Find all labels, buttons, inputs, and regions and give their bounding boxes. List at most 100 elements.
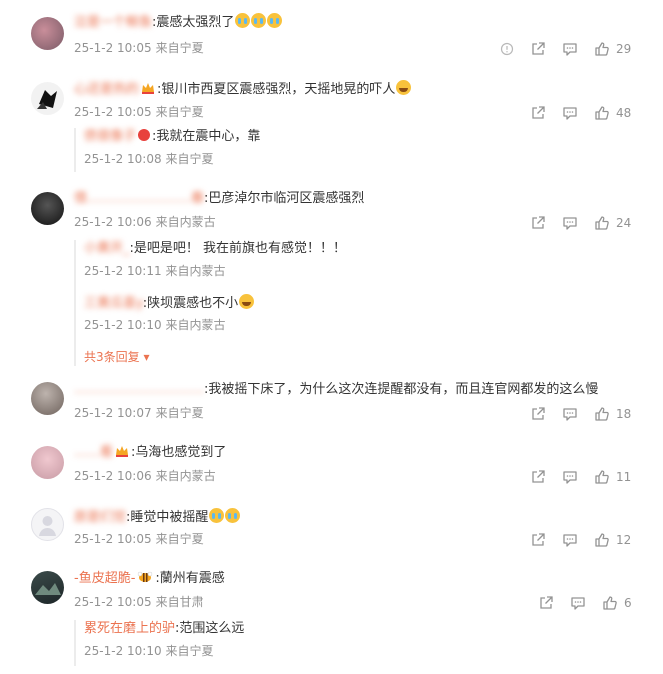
bee-icon [138,571,153,582]
reply-time: 25-1-2 10:08 [84,152,162,166]
reply-username[interactable]: 三黄瓜喜y [84,296,143,311]
reply-source: 来自内蒙古 [165,264,226,278]
vip-red-icon [138,129,151,141]
like-count: 6 [624,596,632,610]
comment-meta: 25-1-2 10:06 来自内蒙古 [74,468,216,484]
reply-icon[interactable] [562,215,578,231]
username[interactable]: 泣是一个鲸鱼 [74,15,152,30]
reply-text: :范围这么远 [175,621,245,636]
like-button[interactable]: 18 [594,406,631,422]
share-icon[interactable] [530,406,546,422]
reply-username[interactable]: 债很像子 [84,129,136,144]
like-count: 11 [616,470,632,484]
like-count: 24 [616,216,632,230]
comment-text: :乌海也感觉到了 [131,445,227,460]
reply-text: :是吧是吧！ 我在前旗也有感觉！！！ [129,241,347,256]
reply-icon[interactable] [562,406,578,422]
like-button[interactable]: 11 [594,469,631,485]
reply-time: 25-1-2 10:11 [84,264,162,278]
report-icon[interactable] [500,42,514,56]
cry-emoji [267,13,283,28]
like-count: 48 [616,106,632,120]
laugh-cry-emoji [396,80,412,95]
comment-source: 来自内蒙古 [155,469,216,483]
reply-text: :陕坝震感也不小 [142,296,239,311]
crown-icon [116,446,129,457]
comment-time: 25-1-2 10:06 [74,215,152,229]
avatar[interactable] [31,192,64,225]
avatar[interactable] [31,17,64,50]
comment-text: :巴彦淖尔市临河区震感强烈 [204,191,365,206]
comment-text: :银川市西夏区震感强烈，天摇地晃的吓人 [157,82,396,97]
reply-list: 累死在磨上的驴:范围这么远 25-1-2 10:10 来自宁夏 [74,620,244,666]
comment-meta: 25-1-2 10:05 来自宁夏 [74,104,204,120]
thumbs-up-icon [595,216,609,230]
comment-text: :震感太强烈了 [152,15,235,30]
avatar[interactable] [31,571,64,604]
crown-icon [142,83,155,94]
laugh-cry-emoji [239,294,255,309]
comment-source: 来自内蒙古 [155,215,216,229]
comment-time: 25-1-2 10:05 [74,532,152,546]
comment-time: 25-1-2 10:06 [74,469,152,483]
reply-list: 债很像子:我就在震中心，靠 25-1-2 10:08 来自宁夏 [74,128,260,172]
comment-source: 来自宁夏 [155,406,204,420]
like-button[interactable]: 12 [594,532,631,548]
reply-icon[interactable] [570,595,586,611]
like-button[interactable]: 48 [594,105,631,121]
like-button[interactable]: 6 [602,595,632,611]
reply-icon[interactable] [562,41,578,57]
username[interactable]: 心还是热的 [74,82,139,97]
comment-meta: 25-1-2 10:05 来自宁夏 [74,531,204,547]
share-icon[interactable] [538,595,554,611]
thumbs-up-icon [595,533,609,547]
avatar[interactable] [31,446,64,479]
cry-emoji [209,508,225,523]
reply-source: 来自宁夏 [165,152,214,166]
like-count: 18 [616,407,632,421]
comment-source: 来自宁夏 [155,41,204,55]
comment-time: 25-1-2 10:05 [74,105,152,119]
like-button[interactable]: 29 [594,41,631,57]
username[interactable]: -鱼皮超脆- [74,571,135,586]
reply-icon[interactable] [562,105,578,121]
comment-text: :我被摇下床了，为什么这次连提醒都没有，而且连官网都发的这么慢 [204,382,599,397]
reply-item: 小黄开_:是吧是吧！ 我在前旗也有感觉！！！ 25-1-2 10:11 来自内蒙… [84,240,346,292]
comment-text: :睡觉中被摇醒 [126,510,209,525]
reply-list: 小黄开_:是吧是吧！ 我在前旗也有感觉！！！ 25-1-2 10:11 来自内蒙… [74,240,346,366]
username[interactable]: 借……………………春 [74,191,204,206]
share-icon[interactable] [530,105,546,121]
comment-meta: 25-1-2 10:05 来自宁夏 [74,40,204,56]
comment-time: 25-1-2 10:05 [74,41,152,55]
share-icon[interactable] [530,215,546,231]
avatar[interactable] [31,382,64,415]
comment-meta: 25-1-2 10:06 来自内蒙古 [74,214,216,230]
comment-meta: 25-1-2 10:05 来自甘肃 [74,594,204,610]
username[interactable]: ………………………… [74,382,204,397]
reply-item: 三黄瓜喜y:陕坝震感也不小 25-1-2 10:10 来自内蒙古 [84,294,255,346]
reply-username[interactable]: 小黄开_ [84,241,130,256]
avatar[interactable] [31,82,64,115]
comment-source: 来自甘肃 [155,595,204,609]
cry-emoji [251,13,267,28]
comment-meta: 25-1-2 10:07 来自宁夏 [74,405,204,421]
comment-text: :蘭州有震感 [155,571,225,586]
share-icon[interactable] [530,41,546,57]
share-icon[interactable] [530,532,546,548]
avatar[interactable] [31,508,64,541]
share-icon[interactable] [530,469,546,485]
reply-username[interactable]: 累死在磨上的驴 [84,621,175,636]
like-button[interactable]: 24 [594,215,631,231]
more-replies-link[interactable]: 共3条回复 ▾ [84,350,150,364]
thumbs-up-icon [595,407,609,421]
reply-source: 来自内蒙古 [165,318,226,332]
username[interactable]: ……看 [74,445,113,460]
comment-time: 25-1-2 10:05 [74,595,152,609]
reply-icon[interactable] [562,469,578,485]
thumbs-up-icon [595,42,609,56]
like-count: 12 [616,533,632,547]
thumbs-up-icon [595,106,609,120]
comment-source: 来自宁夏 [155,532,204,546]
reply-icon[interactable] [562,532,578,548]
username[interactable]: 原是们觉 [74,510,126,525]
